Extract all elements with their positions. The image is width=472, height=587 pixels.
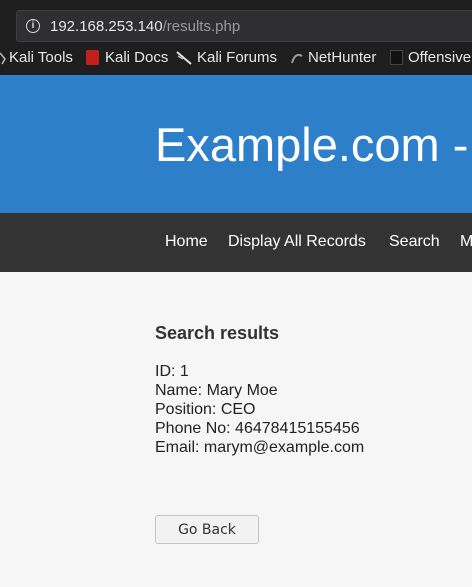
browser-chrome: i 192.168.253.140/results.php Kali Tools… (0, 0, 472, 75)
go-back-button[interactable]: Go Back (155, 515, 259, 544)
nav-display-all-records-link[interactable]: Display All Records (228, 233, 366, 251)
nav-search-link[interactable]: Search (389, 233, 440, 251)
nav-item-partial[interactable]: M (460, 233, 472, 251)
record-position: Position: CEO (155, 401, 256, 418)
site-header: Example.com - (0, 75, 472, 213)
kali-docs-icon (86, 50, 99, 65)
bookmark-label: Kali Tools (9, 49, 73, 66)
kali-icon (0, 52, 6, 65)
address-bar[interactable]: i 192.168.253.140/results.php (16, 10, 472, 42)
bookmarks-bar: Kali Tools Kali Docs Kali Forums NetHunt… (0, 44, 472, 74)
url-path: /results.php (162, 18, 241, 35)
results-content: Search results ID: 1 Name: Mary Moe Posi… (155, 322, 455, 457)
bookmark-kali-forums[interactable]: Kali Forums (176, 49, 277, 66)
record-id: ID: 1 (155, 363, 189, 380)
info-icon[interactable]: i (26, 19, 40, 33)
bookmark-offensive[interactable]: Offensive (390, 49, 471, 66)
bookmark-kali-tools[interactable]: Kali Tools (0, 49, 73, 66)
nethunter-icon (291, 53, 303, 64)
site-title: Example.com - (155, 118, 469, 171)
bookmark-label: Kali Docs (105, 49, 169, 66)
url-text[interactable]: 192.168.253.140/results.php (50, 18, 240, 35)
nav-home-link[interactable]: Home (165, 233, 208, 251)
kali-forums-icon (176, 51, 192, 65)
results-heading: Search results (155, 323, 280, 343)
site-nav: Home Display All Records Search M (0, 213, 472, 272)
offensive-security-icon (390, 50, 403, 65)
bookmark-nethunter[interactable]: NetHunter (290, 49, 376, 66)
bookmark-kali-docs[interactable]: Kali Docs (86, 49, 168, 66)
record-phone: Phone No: 46478415155456 (155, 420, 360, 437)
url-host: 192.168.253.140 (50, 18, 163, 35)
bookmark-label: Offensive (408, 49, 472, 66)
record-email: Email: marym@example.com (155, 439, 365, 456)
bookmark-label: Kali Forums (197, 49, 278, 66)
bookmark-label: NetHunter (308, 49, 377, 66)
record-name: Name: Mary Moe (155, 382, 278, 399)
